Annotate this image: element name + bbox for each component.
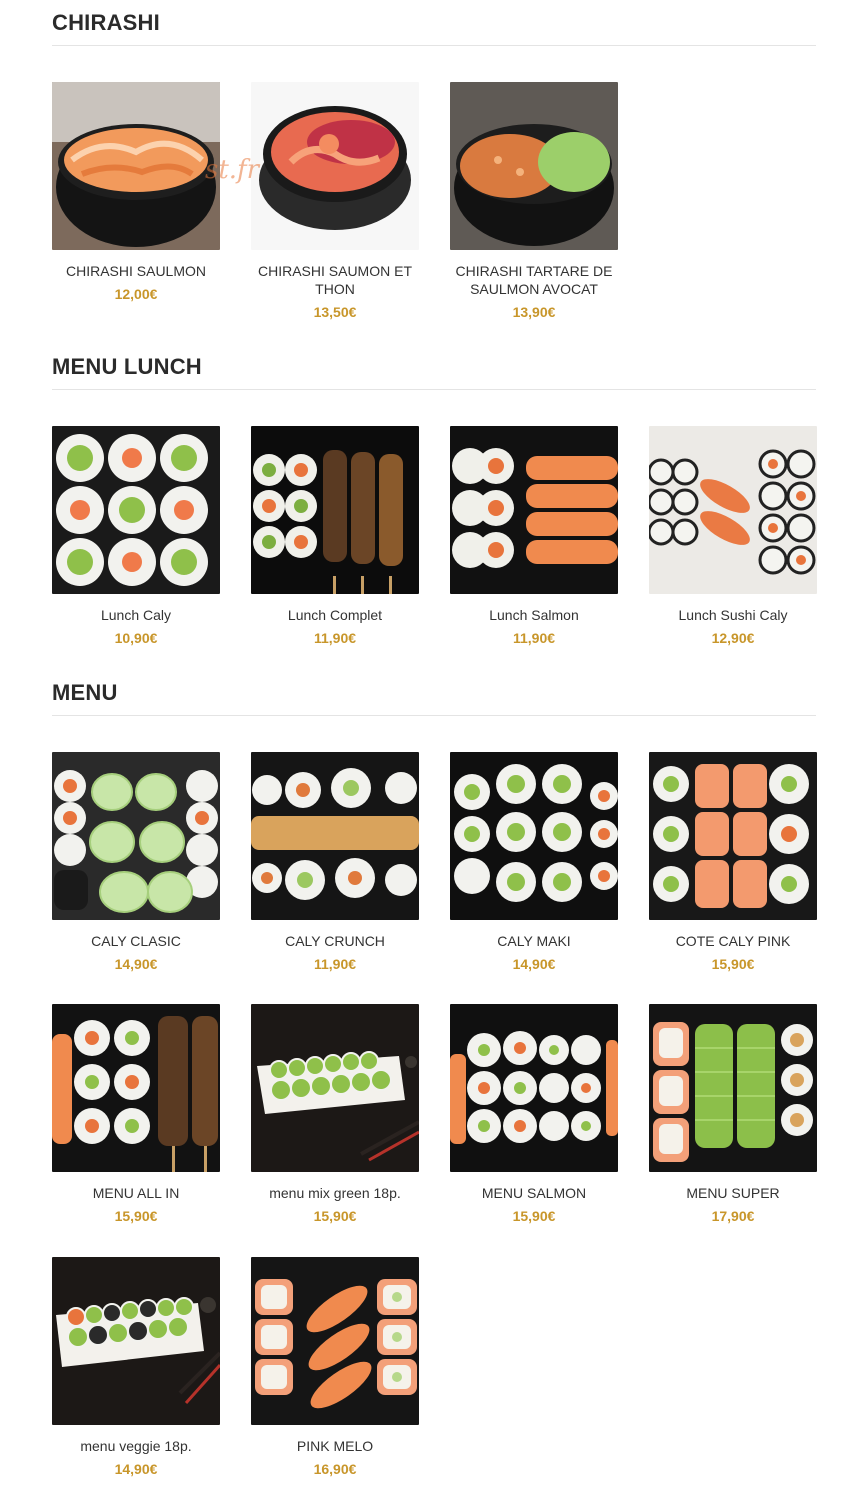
product-price: 13,50€ <box>313 304 357 320</box>
product-image[interactable] <box>251 82 419 250</box>
product-name[interactable]: CHIRASHI TARTARE DE SAULMON AVOCAT <box>450 262 618 298</box>
section-divider <box>52 715 816 716</box>
product-image[interactable] <box>251 752 419 920</box>
product-price: 13,90€ <box>512 304 556 320</box>
product-image[interactable] <box>450 752 618 920</box>
product-card[interactable]: CHIRASHI TARTARE DE SAULMON AVOCAT 13,90… <box>450 82 618 320</box>
product-name[interactable]: Lunch Sushi Caly <box>649 606 817 624</box>
product-name[interactable]: CALY CRUNCH <box>251 932 419 950</box>
product-price: 16,90€ <box>313 1461 357 1477</box>
product-name[interactable]: CALY CLASIC <box>52 932 220 950</box>
product-image[interactable] <box>52 1004 220 1172</box>
product-name[interactable]: MENU SALMON <box>450 1184 618 1202</box>
section-title-chirashi: CHIRASHI <box>52 10 160 35</box>
watermark: st.fr <box>205 155 260 185</box>
product-name[interactable]: menu mix green 18p. <box>251 1184 419 1202</box>
product-card[interactable]: PINK MELO 16,90€ <box>251 1257 419 1477</box>
product-image[interactable] <box>52 752 220 920</box>
product-price: 11,90€ <box>512 630 556 646</box>
product-card[interactable]: Lunch Caly 10,90€ <box>52 426 220 646</box>
product-price: 15,90€ <box>114 1208 158 1224</box>
product-name[interactable]: CALY MAKI <box>450 932 618 950</box>
product-card[interactable]: CALY CRUNCH 11,90€ <box>251 752 419 972</box>
product-price: 14,90€ <box>114 956 158 972</box>
product-card[interactable]: CALY MAKI 14,90€ <box>450 752 618 972</box>
product-name[interactable]: MENU ALL IN <box>52 1184 220 1202</box>
product-price: 15,90€ <box>313 1208 357 1224</box>
product-card[interactable]: menu veggie 18p. 14,90€ <box>52 1257 220 1477</box>
product-name[interactable]: CHIRASHI SAUMON ET THON <box>251 262 419 298</box>
product-card[interactable]: MENU SUPER 17,90€ <box>649 1004 817 1224</box>
product-card[interactable]: Lunch Sushi Caly 12,90€ <box>649 426 817 646</box>
product-image[interactable] <box>251 1004 419 1172</box>
product-price: 10,90€ <box>114 630 158 646</box>
product-price: 11,90€ <box>313 630 357 646</box>
product-price: 14,90€ <box>512 956 556 972</box>
product-name[interactable]: COTE CALY PINK <box>649 932 817 950</box>
product-image[interactable] <box>52 82 220 250</box>
product-card[interactable]: CHIRASHI SAUMON ET THON 13,50€ <box>251 82 419 320</box>
product-name[interactable]: MENU SUPER <box>649 1184 817 1202</box>
product-card[interactable]: MENU ALL IN 15,90€ <box>52 1004 220 1224</box>
product-image[interactable] <box>450 1004 618 1172</box>
product-card[interactable]: MENU SALMON 15,90€ <box>450 1004 618 1224</box>
product-name[interactable]: Lunch Caly <box>52 606 220 624</box>
product-image[interactable] <box>251 1257 419 1425</box>
product-price: 12,00€ <box>114 286 158 302</box>
product-image[interactable] <box>52 426 220 594</box>
product-card[interactable]: menu mix green 18p. 15,90€ <box>251 1004 419 1224</box>
product-card[interactable]: COTE CALY PINK 15,90€ <box>649 752 817 972</box>
product-image[interactable] <box>450 82 618 250</box>
product-price: 12,90€ <box>711 630 755 646</box>
section-divider <box>52 45 816 46</box>
product-image[interactable] <box>251 426 419 594</box>
product-price: 17,90€ <box>711 1208 755 1224</box>
product-price: 11,90€ <box>313 956 357 972</box>
product-name[interactable]: Lunch Complet <box>251 606 419 624</box>
product-price: 14,90€ <box>114 1461 158 1477</box>
product-name[interactable]: menu veggie 18p. <box>52 1437 220 1455</box>
product-image[interactable] <box>649 1004 817 1172</box>
section-title-menu: MENU <box>52 680 118 705</box>
product-price: 15,90€ <box>711 956 755 972</box>
section-title-menu-lunch: MENU LUNCH <box>52 354 202 379</box>
product-name[interactable]: PINK MELO <box>251 1437 419 1455</box>
product-image[interactable] <box>649 426 817 594</box>
product-card[interactable]: Lunch Salmon 11,90€ <box>450 426 618 646</box>
section-divider <box>52 389 816 390</box>
product-image[interactable] <box>649 752 817 920</box>
product-card[interactable]: CHIRASHI SAULMON 12,00€ <box>52 82 220 302</box>
product-card[interactable]: CALY CLASIC 14,90€ <box>52 752 220 972</box>
product-price: 15,90€ <box>512 1208 556 1224</box>
product-name[interactable]: Lunch Salmon <box>450 606 618 624</box>
product-card[interactable]: Lunch Complet 11,90€ <box>251 426 419 646</box>
product-image[interactable] <box>450 426 618 594</box>
product-image[interactable] <box>52 1257 220 1425</box>
product-name[interactable]: CHIRASHI SAULMON <box>52 262 220 280</box>
